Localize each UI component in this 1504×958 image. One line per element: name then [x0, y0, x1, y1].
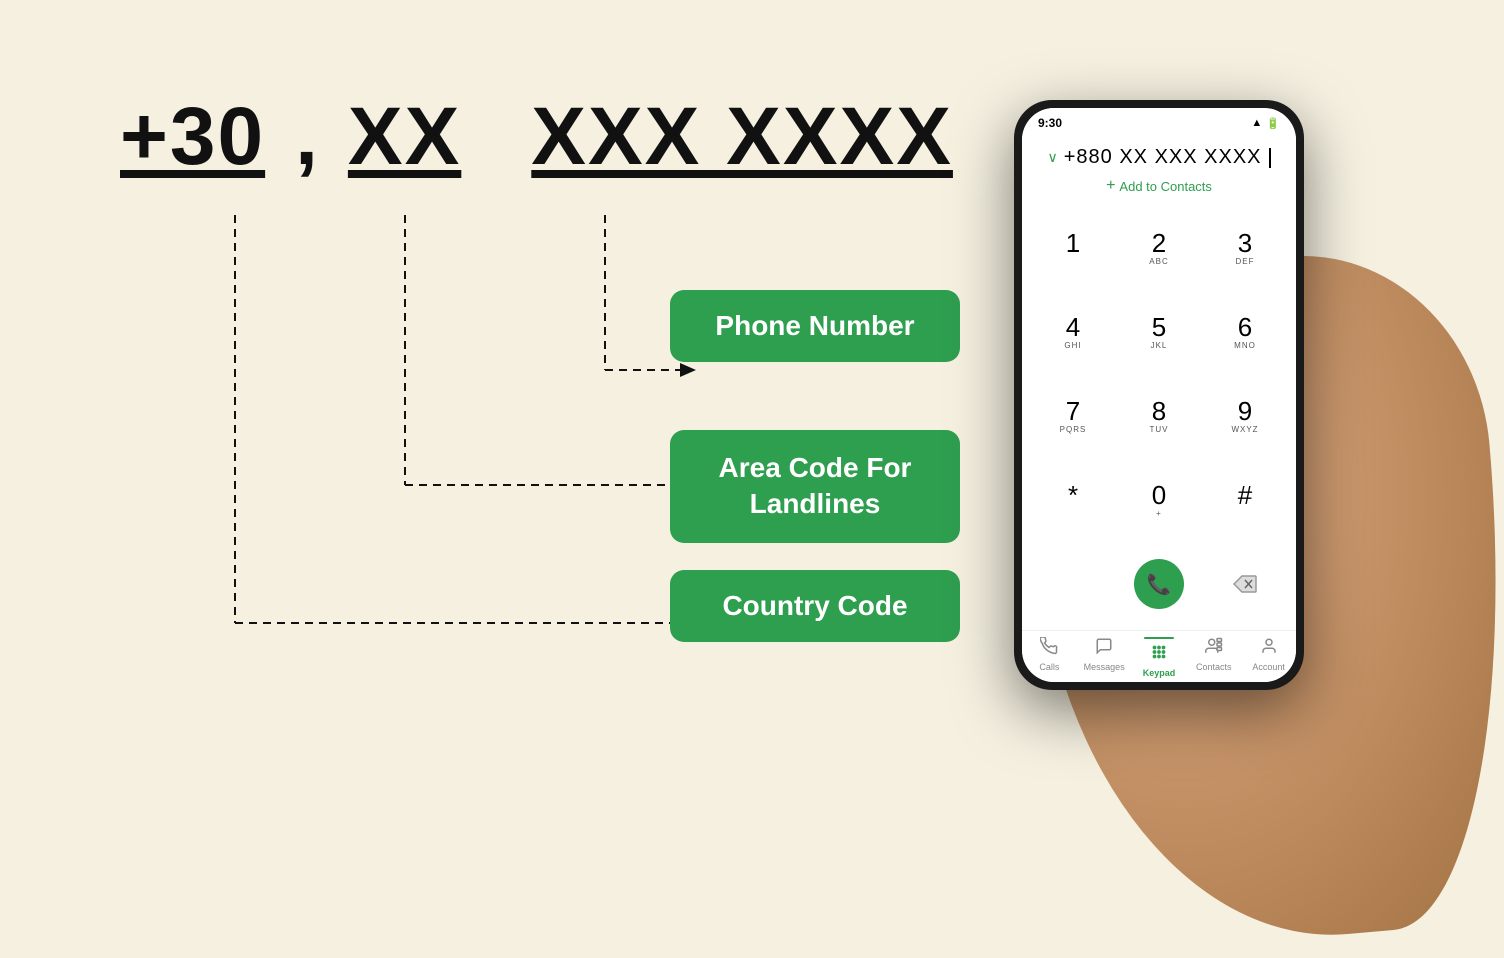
country-code-text: +30	[120, 90, 265, 184]
account-label: Account	[1252, 662, 1285, 672]
key-9[interactable]: 9 WXYZ	[1210, 398, 1280, 435]
active-bar	[1144, 637, 1174, 639]
country-code-label-text: Country Code	[722, 590, 907, 621]
country-code-label: Country Code	[670, 570, 960, 642]
add-to-contacts-button[interactable]: + Add to Contacts	[1022, 173, 1296, 203]
local-number-text: XXX XXXX	[531, 90, 953, 184]
key-6[interactable]: 6 MNO	[1210, 314, 1280, 351]
status-time: 9:30	[1038, 116, 1062, 130]
dialer-number-text: +880 XX XXX XXXX	[1064, 146, 1262, 169]
calls-icon	[1040, 637, 1058, 660]
phone-number-display: +30 , XX XXX XXXX	[120, 90, 953, 192]
area-code-label: Area Code ForLandlines	[670, 430, 960, 543]
keypad-row-2: 4 GHI 5 JKL 6 MNO	[1030, 291, 1288, 375]
messages-label: Messages	[1084, 662, 1125, 672]
key-hash[interactable]: #	[1210, 482, 1280, 519]
key-3[interactable]: 3 DEF	[1210, 230, 1280, 267]
bottom-nav: Calls Messages	[1022, 630, 1296, 682]
dialer-number-display: ∨ +880 XX XXX XXXX	[1022, 134, 1296, 173]
delete-icon	[1220, 559, 1270, 609]
phone-wrapper: 9:30 ▲ 🔋 ∨ +880 XX XXX XXXX + Add to Con…	[984, 40, 1504, 840]
diagram-area: +30 , XX XXX XXXX Phone Number Area Code…	[60, 60, 960, 760]
status-bar: 9:30 ▲ 🔋	[1022, 108, 1296, 134]
nav-messages[interactable]: Messages	[1077, 637, 1132, 678]
area-code-text: XX	[348, 90, 461, 184]
phone-device: 9:30 ▲ 🔋 ∨ +880 XX XXX XXXX + Add to Con…	[1014, 100, 1304, 690]
keypad: 1 2 ABC 3 DEF 4 GHI	[1022, 203, 1296, 630]
account-icon	[1260, 637, 1278, 660]
contacts-label: Contacts	[1196, 662, 1232, 672]
phone-number-label-text: Phone Number	[715, 310, 914, 341]
phone-number-label: Phone Number	[670, 290, 960, 362]
key-5[interactable]: 5 JKL	[1124, 314, 1194, 351]
key-4[interactable]: 4 GHI	[1038, 314, 1108, 351]
call-button[interactable]: 📞	[1124, 559, 1194, 609]
key-8[interactable]: 8 TUV	[1124, 398, 1194, 435]
messages-icon	[1095, 637, 1113, 660]
key-star[interactable]: *	[1038, 482, 1108, 519]
separator-comma: ,	[295, 90, 318, 184]
chevron-down-icon[interactable]: ∨	[1047, 149, 1057, 166]
call-icon: 📞	[1134, 559, 1184, 609]
calls-label: Calls	[1039, 662, 1059, 672]
key-0[interactable]: 0 +	[1124, 482, 1194, 519]
keypad-label: Keypad	[1143, 668, 1176, 678]
keypad-icon	[1150, 643, 1168, 666]
contacts-icon	[1205, 637, 1223, 660]
area-code-label-text: Area Code ForLandlines	[719, 452, 912, 519]
nav-keypad[interactable]: Keypad	[1132, 637, 1187, 678]
keypad-row-3: 7 PQRS 8 TUV 9 WXYZ	[1030, 375, 1288, 459]
nav-contacts[interactable]: Contacts	[1186, 637, 1241, 678]
nav-calls[interactable]: Calls	[1022, 637, 1077, 678]
signal-icon: ▲	[1251, 117, 1262, 129]
battery-icon: 🔋	[1266, 117, 1280, 130]
status-icons: ▲ 🔋	[1251, 117, 1280, 130]
nav-account[interactable]: Account	[1241, 637, 1296, 678]
delete-button[interactable]	[1210, 559, 1280, 609]
keypad-row-1: 1 2 ABC 3 DEF	[1030, 207, 1288, 291]
phone-screen: 9:30 ▲ 🔋 ∨ +880 XX XXX XXXX + Add to Con…	[1022, 108, 1296, 682]
keypad-row-5: 📞	[1030, 542, 1288, 626]
keypad-row-4: * 0 + #	[1030, 458, 1288, 542]
key-2[interactable]: 2 ABC	[1124, 230, 1194, 267]
plus-icon: +	[1106, 177, 1115, 195]
cursor	[1269, 148, 1271, 168]
key-7[interactable]: 7 PQRS	[1038, 398, 1108, 435]
add-contact-label: Add to Contacts	[1119, 179, 1212, 194]
key-1[interactable]: 1	[1038, 230, 1108, 267]
